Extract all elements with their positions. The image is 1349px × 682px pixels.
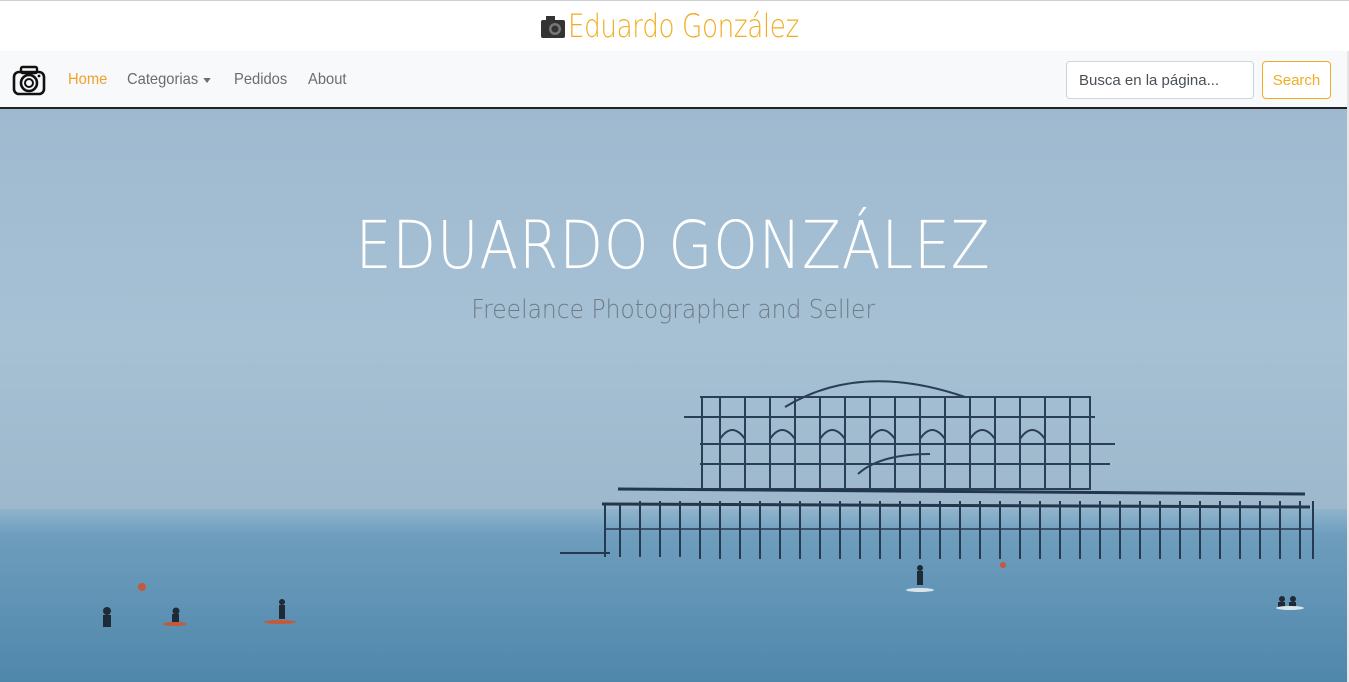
nav-item-pedidos[interactable]: Pedidos [234,71,287,89]
hero-title: EDUARDO GONZÁLEZ [356,207,991,284]
search-button[interactable]: Search [1262,61,1331,99]
nav-menu: Home Categorias Pedidos About [68,51,366,109]
nav-item-label: Categorias [126,71,198,88]
navbar: Home Categorias Pedidos About Search [0,51,1349,109]
brand-title-text: Eduardo González [567,7,799,45]
nav-item-about[interactable]: About [308,71,346,89]
hero-photo [0,380,1347,682]
camera-icon [540,16,565,38]
nav-item-home[interactable]: Home [68,71,107,89]
nav-item-categorias[interactable]: Categorias [127,71,211,89]
camera-icon[interactable] [12,64,46,98]
brand-header: Eduardo González [0,0,1349,51]
caret-down-icon [203,77,211,83]
hero-subtitle: Freelance Photographer and Seller [471,295,876,325]
search-input[interactable] [1066,61,1254,99]
hero-banner: EDUARDO GONZÁLEZ Freelance Photographer … [0,109,1347,682]
brand-title[interactable]: Eduardo González [540,7,810,45]
